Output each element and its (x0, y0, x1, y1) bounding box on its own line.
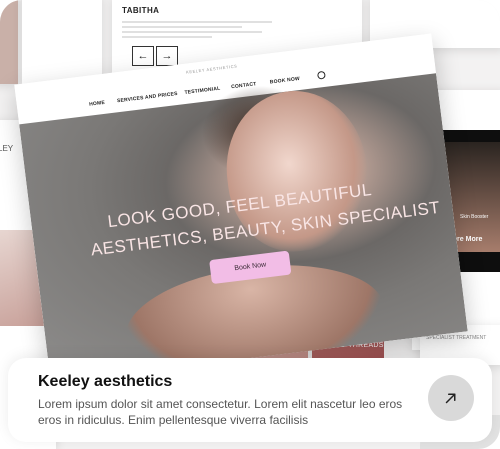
search-icon (316, 70, 326, 80)
nav-home: HOME (88, 99, 106, 108)
nav-book-now: BOOK NOW (269, 75, 301, 86)
testimonial-name: TABITHA (122, 6, 160, 15)
project-card[interactable]: ❝ TABITHA ← → LEY Skin Booster Explore M… (0, 0, 500, 449)
nav-services: SERVICES AND PRICES (116, 90, 179, 105)
nav-testimonial: TESTIMONIAL (184, 85, 221, 96)
arrow-up-right-icon (445, 393, 456, 404)
card-description: Lorem ipsum dolor sit amet consectetur. … (38, 397, 403, 427)
hero-banner: LOOK GOOD, FEEL BEAUTIFUL AESTHETICS, BE… (19, 73, 468, 383)
testimonial-text-lines (122, 18, 272, 41)
prev-arrow-icon: ← (132, 46, 154, 66)
site-logo: KEELEY AESTHETICS (185, 63, 238, 75)
specialist-text: SPECIALIST TREATMENT (426, 335, 487, 341)
background-panel: ❝ (22, 0, 102, 84)
left-panel-label: LEY (0, 144, 14, 153)
website-preview: KEELEY AESTHETICS HOME SERVICES AND PRIC… (14, 33, 468, 383)
open-project-button[interactable] (428, 375, 474, 421)
card-info: Keeley aesthetics Lorem ipsum dolor sit … (8, 358, 492, 442)
skin-booster-label: Skin Booster (460, 214, 489, 220)
card-title: Keeley aesthetics (38, 373, 173, 390)
next-arrow-icon: → (156, 46, 178, 66)
background-photo-strip (0, 0, 18, 84)
